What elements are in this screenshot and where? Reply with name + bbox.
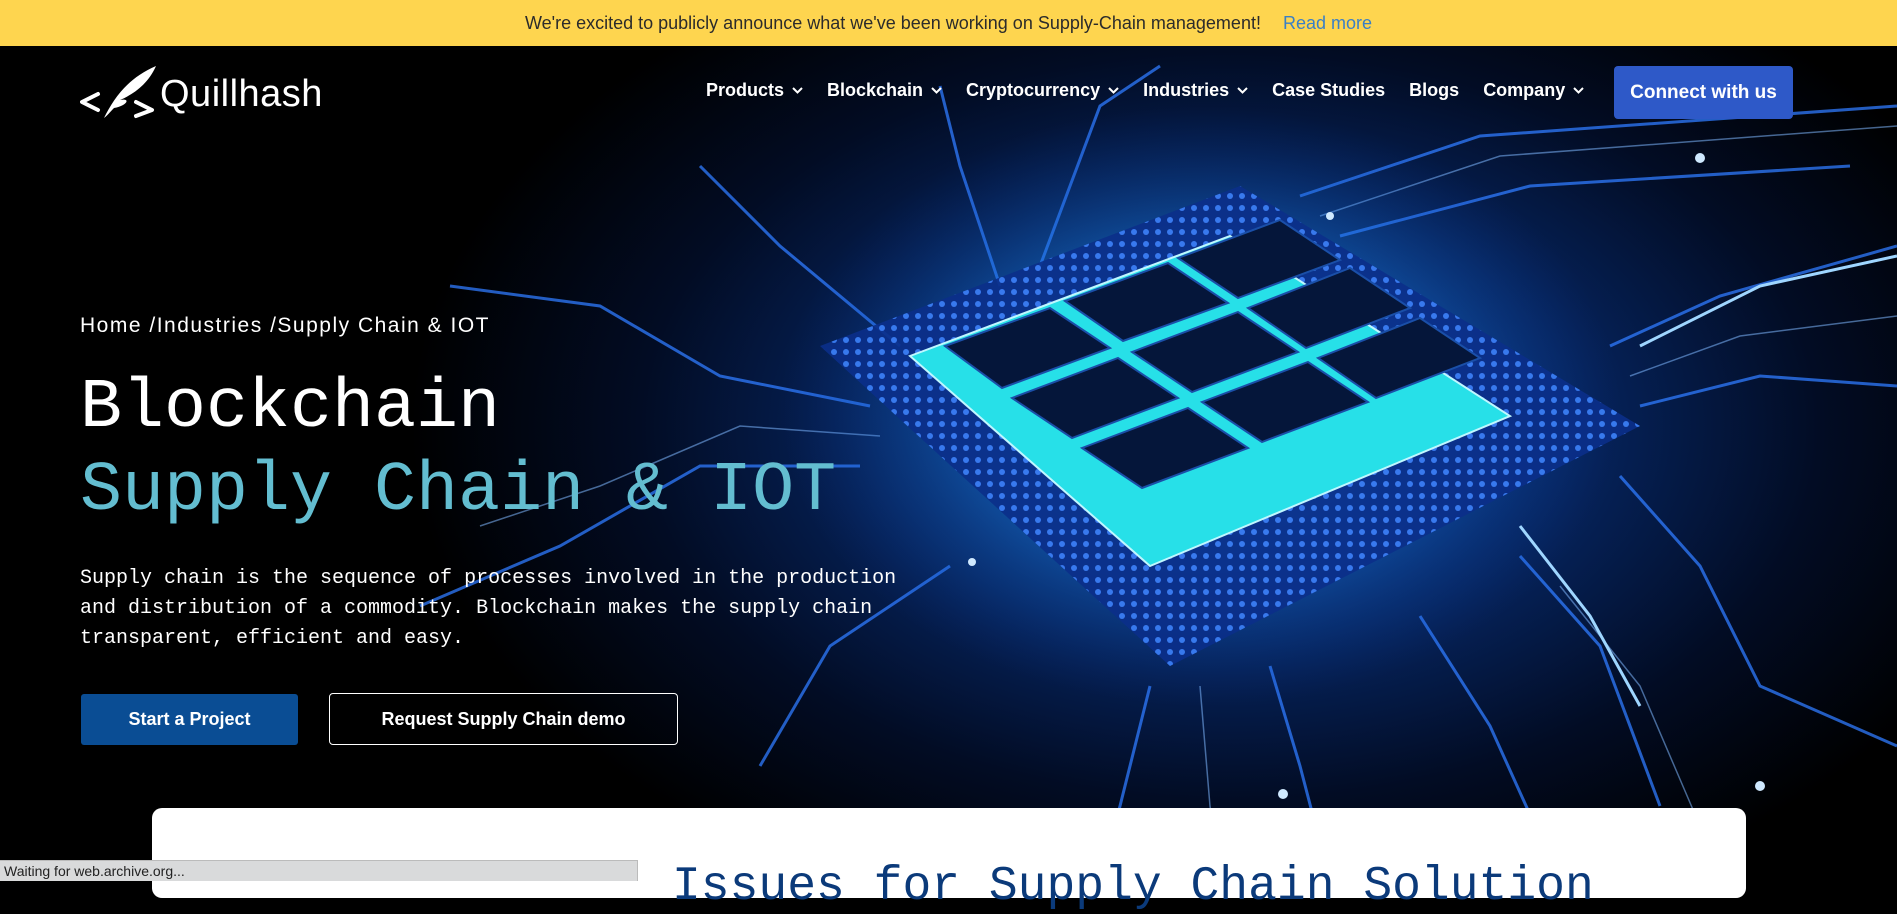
nav-label: Company	[1483, 80, 1566, 100]
page-title-line1: Blockchain	[80, 369, 501, 448]
browser-status-bar: Waiting for web.archive.org...	[0, 860, 638, 881]
content-card: Issues for Supply Chain Solution	[152, 808, 1746, 914]
nav-label: Products	[706, 80, 785, 100]
breadcrumb-home[interactable]: Home /	[80, 314, 157, 338]
logo[interactable]: Quillhash	[80, 64, 323, 124]
nav-label: Industries	[1143, 80, 1230, 100]
connect-with-us-button[interactable]: Connect with us	[1614, 66, 1793, 119]
quill-code-icon	[80, 66, 156, 118]
nav-item-products[interactable]: Products	[706, 80, 803, 101]
chevron-down-icon	[931, 87, 942, 94]
nav-item-case-studies[interactable]: Case Studies	[1272, 80, 1385, 101]
chevron-down-icon	[792, 87, 803, 94]
breadcrumb-industries[interactable]: Industries /	[157, 314, 278, 338]
start-project-button[interactable]: Start a Project	[81, 694, 298, 745]
read-more-link[interactable]: Read more	[1283, 13, 1372, 34]
card-heading: Issues for Supply Chain Solution	[672, 860, 1594, 914]
chevron-down-icon	[1573, 87, 1584, 94]
chevron-down-icon	[1108, 87, 1119, 94]
breadcrumb-current: Supply Chain & IOT	[277, 314, 490, 337]
request-demo-button[interactable]: Request Supply Chain demo	[329, 693, 678, 745]
announcement-bar: We're excited to publicly announce what …	[0, 0, 1897, 46]
nav-item-industries[interactable]: Industries	[1143, 80, 1248, 101]
nav-label: Blockchain	[827, 80, 924, 100]
page-title-line2: Supply Chain & IOT	[80, 452, 837, 531]
nav-item-cryptocurrency[interactable]: Cryptocurrency	[966, 80, 1119, 101]
nav-label: Blogs	[1409, 80, 1460, 100]
chevron-down-icon	[1237, 87, 1248, 94]
hero-description: Supply chain is the sequence of processe…	[80, 567, 897, 650]
nav-item-blogs[interactable]: Blogs	[1409, 80, 1459, 101]
nav-item-blockchain[interactable]: Blockchain	[827, 80, 942, 101]
logo-text: Quillhash	[160, 72, 323, 115]
announcement-message: We're excited to publicly announce what …	[524, 12, 1261, 33]
nav-label: Cryptocurrency	[966, 80, 1101, 100]
main-nav: Products Blockchain Cryptocurrency Indus…	[706, 80, 1608, 101]
nav-label: Case Studies	[1272, 80, 1386, 100]
breadcrumb: Home / Industries / Supply Chain & IOT	[80, 314, 490, 338]
nav-item-company[interactable]: Company	[1483, 80, 1584, 101]
